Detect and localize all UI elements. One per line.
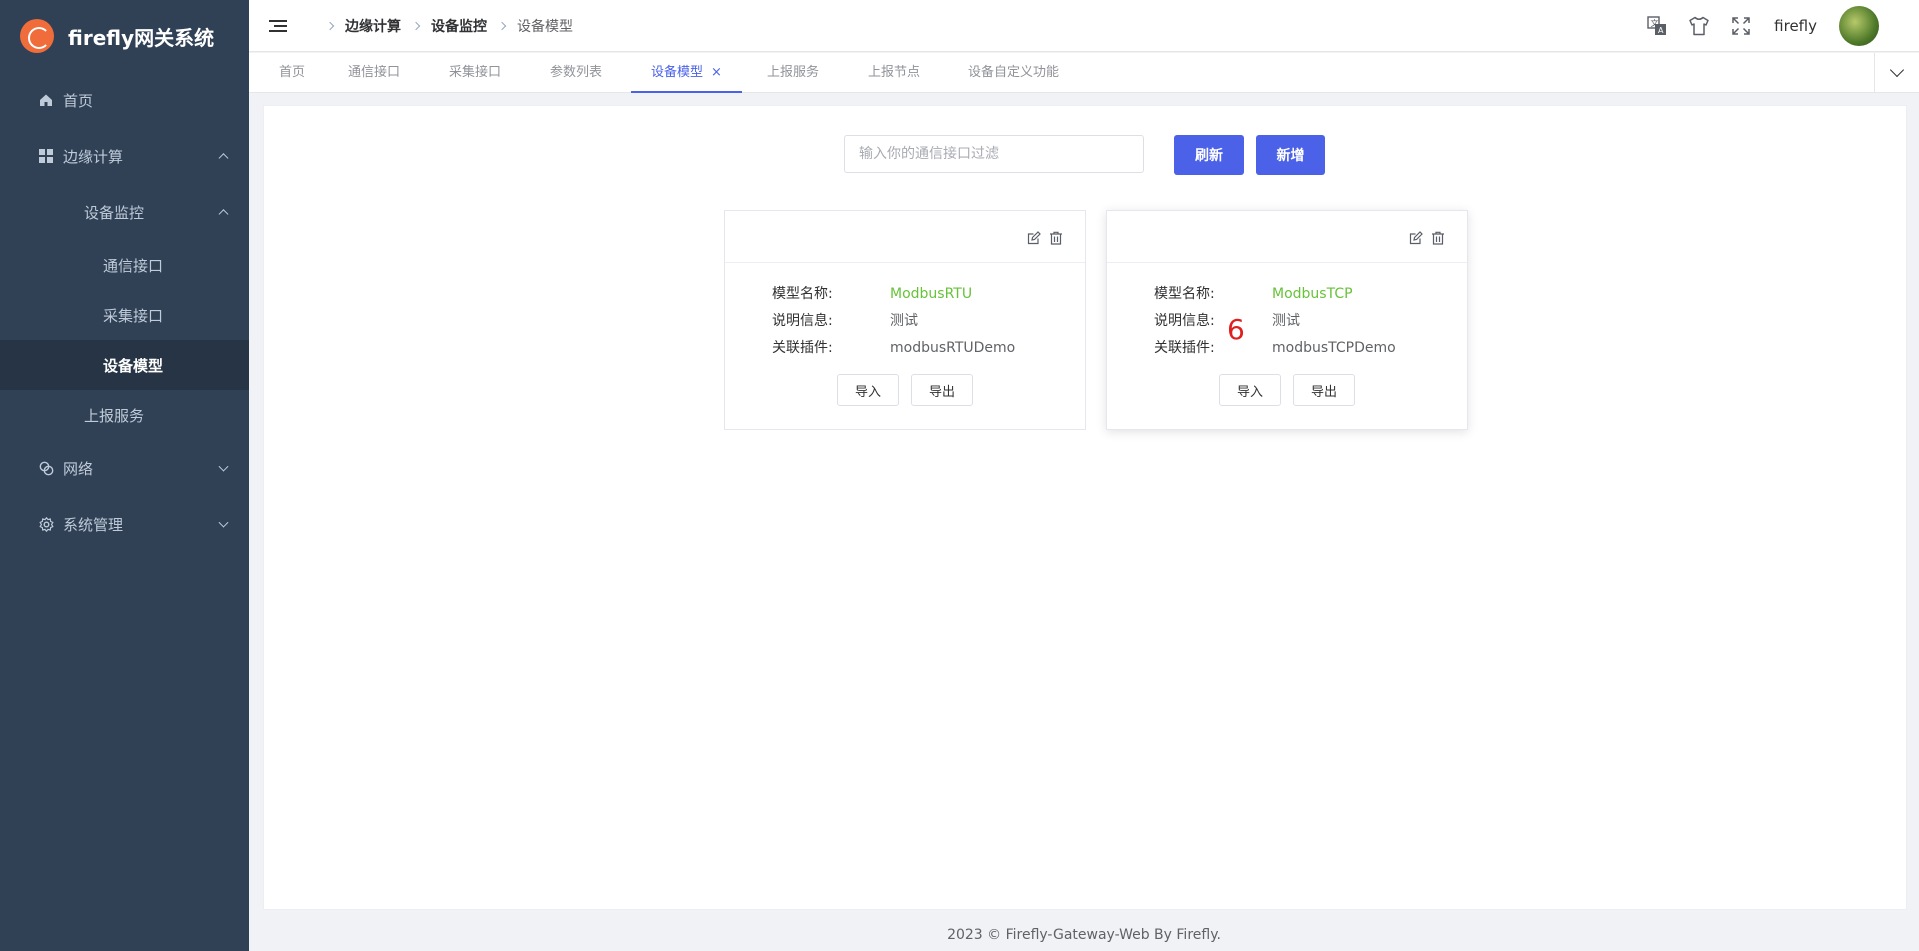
network-icon <box>38 460 54 476</box>
card-header <box>725 211 1085 263</box>
sidebar-item-comm-interface[interactable]: 通信接口 <box>0 240 249 290</box>
close-icon[interactable]: × <box>711 65 722 80</box>
sidebar-item-label: 系统管理 <box>63 515 124 534</box>
card-body: 模型名称: ModbusTCP 说明信息: 测试 关联插件: modbusTCPDem… <box>1107 263 1467 406</box>
header-actions: 文A firefly <box>1626 0 1879 52</box>
tab-report-node[interactable]: 上报节点 <box>868 53 920 93</box>
model-plugin: modbusTCPDemo <box>1272 340 1396 356</box>
sidebar-item-label: 设备模型 <box>103 356 164 375</box>
field-label: 关联插件: <box>772 340 833 356</box>
model-plugin: modbusRTUDemo <box>890 340 1016 356</box>
add-button[interactable]: 新增 <box>1256 135 1325 175</box>
annotation-number: 6 <box>1227 313 1245 346</box>
chevron-right-icon <box>411 21 421 30</box>
tshirt-icon[interactable] <box>1688 15 1710 37</box>
model-card: 模型名称: ModbusTCP 说明信息: 测试 关联插件: modbusTCPDem… <box>1106 210 1468 430</box>
tab-comm-interface[interactable]: 通信接口 <box>348 53 400 93</box>
field-label: 模型名称: <box>772 286 833 302</box>
sidebar-item-label: 网络 <box>63 459 94 478</box>
hamburger-icon[interactable] <box>269 17 287 35</box>
field-label: 说明信息: <box>772 313 833 329</box>
model-card: 模型名称: ModbusRTU 说明信息: 测试 关联插件: modbusRTUDem… <box>724 210 1086 430</box>
card-body: 模型名称: ModbusRTU 说明信息: 测试 关联插件: modbusRTUDem… <box>725 263 1085 406</box>
tab-report-service[interactable]: 上报服务 <box>767 53 819 93</box>
sidebar-item-device-monitor[interactable]: 设备监控 <box>0 184 249 240</box>
model-name: ModbusRTU <box>890 286 973 302</box>
tab-home[interactable]: 首页 <box>279 53 305 93</box>
sidebar-item-label: 边缘计算 <box>63 147 124 166</box>
sidebar-item-device-model[interactable]: 设备模型 <box>0 340 249 390</box>
svg-text:A: A <box>1658 26 1664 35</box>
breadcrumb-item[interactable]: 边缘计算 <box>345 16 401 36</box>
sidebar-item-label: 采集接口 <box>103 306 164 325</box>
card-header <box>1107 211 1467 263</box>
import-button[interactable]: 导入 <box>1219 374 1281 406</box>
search-input[interactable] <box>844 135 1144 173</box>
tab-collect-interface[interactable]: 采集接口 <box>449 53 501 93</box>
breadcrumb-item[interactable]: 设备监控 <box>431 16 487 36</box>
breadcrumb: 边缘计算 设备监控 设备模型 <box>315 16 573 36</box>
sidebar-item-label: 上报服务 <box>84 406 145 425</box>
username[interactable]: firefly <box>1774 17 1817 35</box>
tags-view: 首页 通信接口 采集接口 参数列表 设备模型 × 上报服务 上报节点 设备自定义功… <box>249 53 1919 93</box>
model-name: ModbusTCP <box>1272 286 1353 302</box>
home-icon <box>38 92 54 108</box>
chevron-down-icon <box>218 517 229 528</box>
delete-icon[interactable] <box>1049 231 1063 245</box>
export-button[interactable]: 导出 <box>1293 374 1355 406</box>
tab-device-model[interactable]: 设备模型 × <box>631 53 742 93</box>
chevron-down-icon <box>1889 62 1905 78</box>
card-actions <box>1027 231 1063 245</box>
sidebar-item-collect-interface[interactable]: 采集接口 <box>0 290 249 340</box>
sidebar-item-label: 通信接口 <box>103 256 164 275</box>
import-button[interactable]: 导入 <box>837 374 899 406</box>
field-label: 关联插件: <box>1154 340 1215 356</box>
chevron-up-icon <box>218 153 229 164</box>
translate-icon[interactable]: 文A <box>1646 15 1668 37</box>
delete-icon[interactable] <box>1431 231 1445 245</box>
top-navbar: 边缘计算 设备监控 设备模型 文A firefly <box>249 0 1919 52</box>
sidebar-item-home[interactable]: 首页 <box>0 72 249 128</box>
chevron-up-icon <box>218 209 229 220</box>
footer: 2023 © Firefly-Gateway-Web By Firefly. <box>947 927 1221 943</box>
tab-device-custom-function[interactable]: 设备自定义功能 <box>968 53 1059 93</box>
sidebar-item-label: 首页 <box>63 91 94 110</box>
export-button[interactable]: 导出 <box>911 374 973 406</box>
avatar[interactable] <box>1839 6 1879 46</box>
main-content: 刷新 新增 模型名称: ModbusRTU 说明信息: 测试 关联插件: modbus… <box>263 105 1907 910</box>
sidebar-item-edge-computing[interactable]: 边缘计算 <box>0 128 249 184</box>
sidebar-item-label: 设备监控 <box>84 203 145 222</box>
edit-icon[interactable] <box>1027 231 1041 245</box>
sidebar-item-network[interactable]: 网络 <box>0 440 249 496</box>
breadcrumb-item: 设备模型 <box>517 18 573 35</box>
gear-icon <box>38 516 54 532</box>
fullscreen-icon[interactable] <box>1730 15 1752 37</box>
sidebar: firefly网关系统 首页 边缘计算 设备监控 通信接口 采集接口 设备模型 … <box>0 0 249 951</box>
tab-label: 设备模型 <box>651 65 704 80</box>
firefly-logo-icon <box>20 19 54 53</box>
field-label: 说明信息: <box>1154 313 1215 329</box>
tabs-dropdown-button[interactable] <box>1874 53 1919 93</box>
chevron-right-icon <box>325 21 335 30</box>
tab-param-list[interactable]: 参数列表 <box>550 53 602 93</box>
edit-icon[interactable] <box>1409 231 1423 245</box>
model-description: 测试 <box>1272 313 1300 329</box>
grid-icon <box>38 148 54 164</box>
chevron-down-icon <box>218 461 229 472</box>
logo: firefly网关系统 <box>0 0 249 72</box>
chevron-right-icon <box>497 21 507 30</box>
field-label: 模型名称: <box>1154 286 1215 302</box>
sidebar-item-report-service[interactable]: 上报服务 <box>0 390 249 440</box>
app-title: firefly网关系统 <box>68 25 215 50</box>
refresh-button[interactable]: 刷新 <box>1174 135 1244 175</box>
card-actions <box>1409 231 1445 245</box>
sidebar-item-system[interactable]: 系统管理 <box>0 496 249 552</box>
model-description: 测试 <box>890 313 918 329</box>
